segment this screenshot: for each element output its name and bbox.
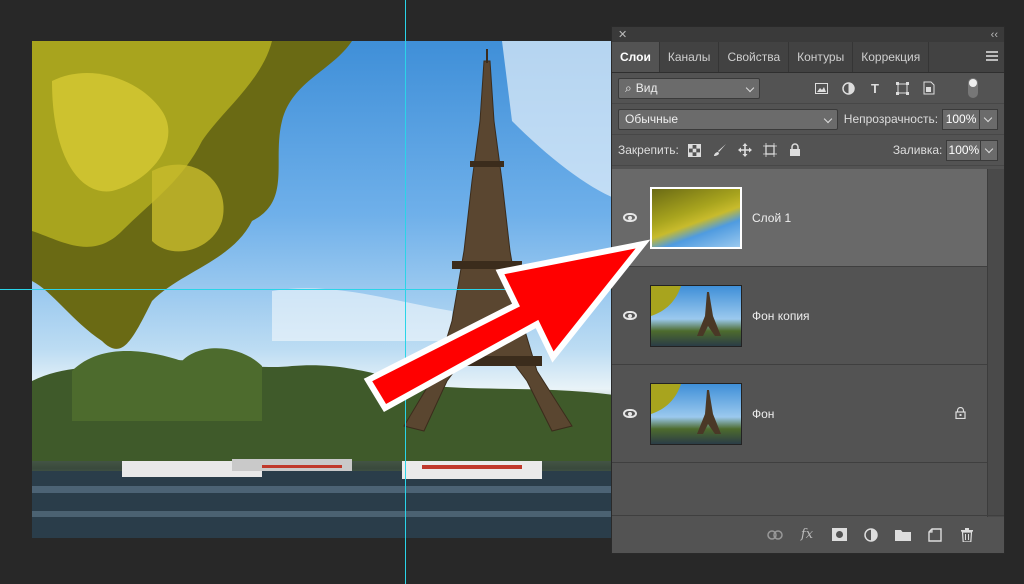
- layer-row-layer-1[interactable]: Слой 1: [612, 169, 987, 267]
- layers-footer: fx: [612, 515, 1004, 553]
- new-layer-icon[interactable]: [926, 526, 944, 544]
- tab-adjustments[interactable]: Коррекция: [853, 42, 930, 72]
- layer-lock-icon[interactable]: [955, 406, 967, 420]
- guide-vertical[interactable]: [405, 0, 406, 584]
- close-icon[interactable]: ✕: [618, 28, 627, 41]
- blend-row: Обычные Непрозрачность: 100%: [612, 104, 1004, 135]
- fx-icon[interactable]: fx: [798, 526, 816, 544]
- link-layers-icon[interactable]: [766, 526, 784, 544]
- layers-scrollbar[interactable]: [987, 169, 1004, 517]
- lock-icons: [687, 142, 803, 158]
- lock-artboard-icon[interactable]: [762, 142, 778, 158]
- collapse-icon[interactable]: ‹‹: [991, 29, 998, 41]
- panel-menu-icon[interactable]: [986, 51, 998, 61]
- new-adjustment-layer-icon[interactable]: [862, 526, 880, 544]
- visibility-toggle[interactable]: [612, 311, 648, 320]
- panel-topbar: ✕ ‹‹: [612, 27, 1004, 42]
- adjustment-filter-icon[interactable]: [839, 79, 857, 97]
- layer-thumbnail: [650, 186, 742, 249]
- fill-input[interactable]: 100%: [946, 139, 982, 161]
- search-icon: ⌕: [625, 80, 632, 95]
- lock-transparency-icon[interactable]: [687, 142, 703, 158]
- lock-all-icon[interactable]: [787, 142, 803, 158]
- layer-row-background[interactable]: Фон: [612, 365, 987, 463]
- add-mask-icon[interactable]: [830, 526, 848, 544]
- lock-pixels-icon[interactable]: [712, 142, 728, 158]
- visibility-toggle[interactable]: [612, 409, 648, 418]
- tab-channels[interactable]: Каналы: [660, 42, 720, 72]
- guide-horizontal[interactable]: [0, 289, 612, 290]
- layer-row-background-copy[interactable]: Фон копия: [612, 267, 987, 365]
- new-group-folder-icon[interactable]: [894, 526, 912, 544]
- tab-properties[interactable]: Свойства: [719, 42, 790, 72]
- filter-row: ⌕ Вид T: [612, 73, 1004, 104]
- filter-icons: T: [812, 79, 938, 97]
- filter-kind-select[interactable]: ⌕ Вид: [618, 77, 760, 99]
- shape-filter-icon[interactable]: [893, 79, 911, 97]
- blend-mode-value: Обычные: [625, 112, 679, 126]
- layer-name[interactable]: Слой 1: [752, 211, 791, 225]
- blend-mode-select[interactable]: Обычные: [618, 108, 838, 130]
- layer-thumbnail: [650, 382, 742, 445]
- layer-name[interactable]: Фон: [752, 407, 774, 421]
- layers-panel: ✕ ‹‹ Слои Каналы Свойства Контуры Коррек…: [611, 26, 1005, 554]
- layers-list: Слой 1 Фон копия Фон: [612, 169, 987, 517]
- opacity-label: Непрозрачность:: [843, 112, 939, 126]
- filter-toggle[interactable]: [968, 78, 978, 98]
- fill-dropdown-button[interactable]: [981, 139, 998, 161]
- filter-kind-value: Вид: [635, 81, 658, 95]
- tab-layers[interactable]: Слои: [612, 42, 660, 72]
- fill-label: Заливка:: [892, 143, 943, 157]
- panel-tabs: Слои Каналы Свойства Контуры Коррекция: [612, 42, 1004, 73]
- opacity-dropdown-button[interactable]: [980, 108, 998, 130]
- eye-icon: [623, 409, 637, 418]
- eye-icon: [623, 311, 637, 320]
- layer-thumbnail: [650, 284, 742, 347]
- image-filter-icon[interactable]: [812, 79, 830, 97]
- type-filter-icon[interactable]: T: [866, 79, 884, 97]
- layer-name[interactable]: Фон копия: [752, 309, 810, 323]
- opacity-input[interactable]: 100%: [942, 108, 981, 130]
- visibility-toggle[interactable]: [612, 213, 648, 222]
- smart-object-filter-icon[interactable]: [920, 79, 938, 97]
- eye-icon: [623, 213, 637, 222]
- lock-label: Закрепить:: [618, 143, 679, 157]
- lock-row: Закрепить: Заливка: 100%: [612, 135, 1004, 166]
- lock-position-icon[interactable]: [737, 142, 753, 158]
- tab-paths[interactable]: Контуры: [789, 42, 854, 72]
- trash-icon[interactable]: [958, 526, 976, 544]
